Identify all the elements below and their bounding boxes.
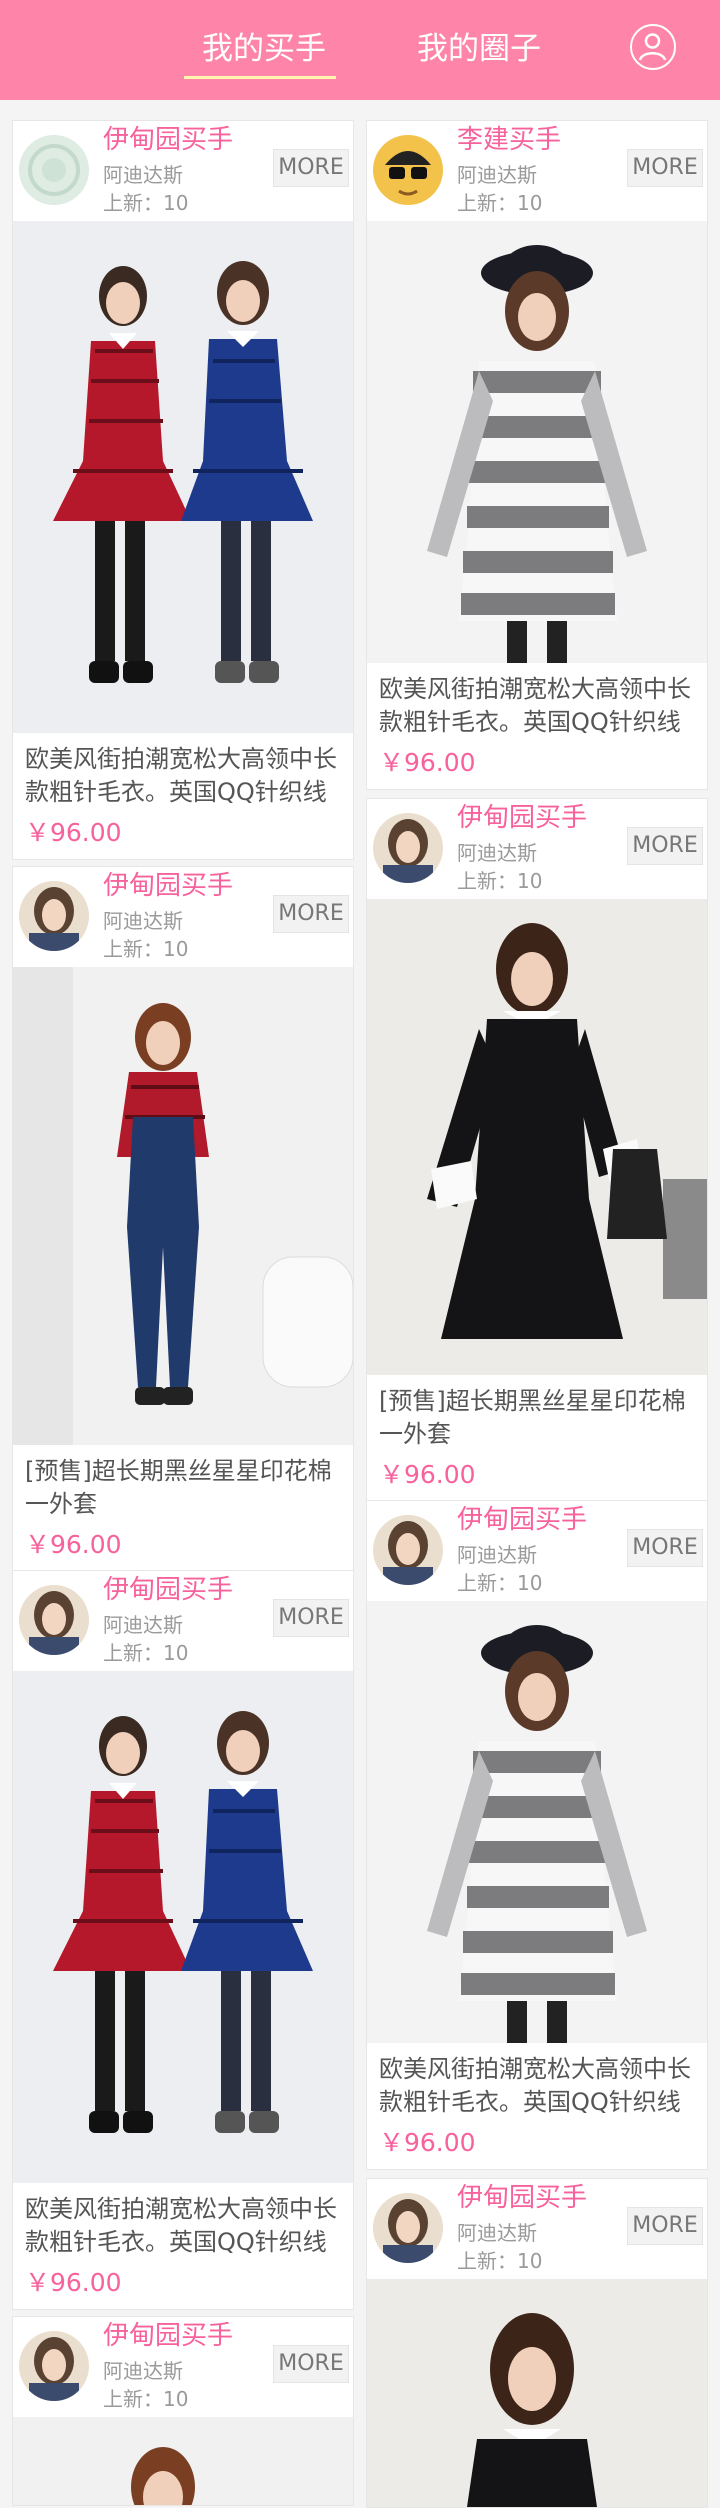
shop-avatar[interactable] — [19, 881, 89, 951]
more-button[interactable]: MORE — [627, 2207, 703, 2245]
card-header: 伊甸园买手 阿迪达斯 上新：10 MORE — [367, 2179, 707, 2279]
shop-avatar[interactable] — [373, 813, 443, 883]
product-card[interactable]: 伊甸园买手 阿迪达斯 上新：10 MORE — [366, 2178, 708, 2508]
more-button[interactable]: MORE — [627, 1529, 703, 1567]
new-arrivals-count: 上新：10 — [103, 2387, 189, 2411]
new-arrivals-count: 上新：10 — [103, 191, 189, 215]
product-price: ￥96.00 — [25, 2268, 122, 2297]
shop-brand: 阿迪达斯 — [457, 841, 537, 865]
product-description[interactable]: 欧美风街拍潮宽松大高领中长款粗针毛衣。英国QQ针织线 — [367, 663, 707, 739]
product-image[interactable] — [367, 221, 707, 663]
card-header: 伊甸园买手 阿迪达斯 上新：10 MORE — [367, 1501, 707, 1601]
shop-brand: 阿迪达斯 — [103, 1613, 183, 1637]
product-image[interactable] — [13, 1671, 353, 2183]
product-image[interactable] — [367, 2279, 707, 2507]
card-header: 伊甸园买手 阿迪达斯 上新：10 MORE — [367, 799, 707, 899]
shop-name[interactable]: 伊甸园买手 — [103, 1573, 233, 1607]
product-image[interactable] — [13, 2417, 353, 2505]
more-button[interactable]: MORE — [273, 2345, 349, 2383]
product-card[interactable]: 伊甸园买手 阿迪达斯 上新：10 MORE — [12, 2316, 354, 2506]
shop-brand: 阿迪达斯 — [457, 163, 537, 187]
more-button[interactable]: MORE — [273, 1599, 349, 1637]
product-price: ￥96.00 — [379, 1460, 476, 1489]
product-card[interactable]: 伊甸园买手 阿迪达斯 上新：10 MORE 欧美风街拍潮宽松大高领中长款粗针毛衣… — [12, 120, 354, 860]
product-description[interactable]: [预售]超长期黑丝星星印花棉一外套 — [367, 1375, 707, 1451]
shop-name[interactable]: 伊甸园买手 — [457, 1503, 587, 1537]
shop-brand: 阿迪达斯 — [457, 1543, 537, 1567]
shop-avatar[interactable] — [19, 2331, 89, 2401]
product-card[interactable]: 伊甸园买手 阿迪达斯 上新：10 MORE 欧美风街拍潮宽松大高领中长款粗针毛衣… — [12, 1570, 354, 2310]
shop-avatar[interactable] — [373, 2193, 443, 2263]
product-card[interactable]: 伊甸园买手 阿迪达斯 上新：10 MORE [预售]超长期黑丝星星印花棉一外套 … — [366, 798, 708, 1502]
new-arrivals-count: 上新：10 — [457, 191, 543, 215]
active-tab-underline — [184, 76, 336, 79]
product-price: ￥96.00 — [25, 818, 122, 847]
shop-brand: 阿迪达斯 — [457, 2221, 537, 2245]
shop-name[interactable]: 伊甸园买手 — [103, 2319, 233, 2353]
product-card[interactable]: 伊甸园买手 阿迪达斯 上新：10 MORE 欧美风街拍潮宽松大高领中长款粗针毛衣… — [366, 1500, 708, 2170]
shop-avatar[interactable] — [373, 1515, 443, 1585]
card-header: 伊甸园买手 阿迪达斯 上新：10 MORE — [13, 1571, 353, 1671]
more-button[interactable]: MORE — [273, 149, 349, 187]
more-button[interactable]: MORE — [273, 895, 349, 933]
product-image[interactable] — [367, 1601, 707, 2043]
card-header: 伊甸园买手 阿迪达斯 上新：10 MORE — [13, 121, 353, 221]
product-description[interactable]: 欧美风街拍潮宽松大高领中长款粗针毛衣。英国QQ针织线 — [13, 2183, 353, 2259]
shop-avatar[interactable] — [373, 135, 443, 205]
product-image[interactable] — [367, 899, 707, 1375]
product-price: ￥96.00 — [25, 1530, 122, 1559]
top-nav-bar: 我的买手 我的圈子 — [0, 0, 720, 100]
new-arrivals-count: 上新：10 — [103, 1641, 189, 1665]
product-description[interactable]: 欧美风街拍潮宽松大高领中长款粗针毛衣。英国QQ针织线 — [367, 2043, 707, 2119]
more-button[interactable]: MORE — [627, 827, 703, 865]
shop-name[interactable]: 伊甸园买手 — [103, 123, 233, 157]
product-price: ￥96.00 — [379, 2128, 476, 2157]
card-header: 伊甸园买手 阿迪达斯 上新：10 MORE — [13, 867, 353, 967]
product-card[interactable]: 伊甸园买手 阿迪达斯 上新：10 MORE [预售]超长期黑丝星星印花棉一外套 … — [12, 866, 354, 1572]
more-button[interactable]: MORE — [627, 149, 703, 187]
profile-button[interactable] — [630, 24, 676, 70]
product-price: ￥96.00 — [379, 748, 476, 777]
shop-avatar[interactable] — [19, 135, 89, 205]
shop-brand: 阿迪达斯 — [103, 163, 183, 187]
tab-my-buyers[interactable]: 我的买手 — [192, 26, 336, 72]
shop-name[interactable]: 伊甸园买手 — [457, 801, 587, 835]
card-header: 李建买手 阿迪达斯 上新：10 MORE — [367, 121, 707, 221]
new-arrivals-count: 上新：10 — [457, 869, 543, 893]
product-image[interactable] — [13, 967, 353, 1445]
new-arrivals-count: 上新：10 — [457, 2249, 543, 2273]
user-icon — [638, 33, 667, 61]
shop-name[interactable]: 李建买手 — [457, 123, 561, 157]
tab-my-circle[interactable]: 我的圈子 — [414, 26, 544, 72]
product-card[interactable]: 李建买手 阿迪达斯 上新：10 MORE 欧美风街拍潮宽松大高领中长款粗针毛衣。… — [366, 120, 708, 790]
card-header: 伊甸园买手 阿迪达斯 上新：10 MORE — [13, 2317, 353, 2417]
shop-brand: 阿迪达斯 — [103, 909, 183, 933]
new-arrivals-count: 上新：10 — [103, 937, 189, 961]
shop-avatar[interactable] — [19, 1585, 89, 1655]
product-description[interactable]: [预售]超长期黑丝星星印花棉一外套 — [13, 1445, 353, 1521]
product-description[interactable]: 欧美风街拍潮宽松大高领中长款粗针毛衣。英国QQ针织线 — [13, 733, 353, 809]
shop-name[interactable]: 伊甸园买手 — [457, 2181, 587, 2215]
product-image[interactable] — [13, 221, 353, 733]
shop-name[interactable]: 伊甸园买手 — [103, 869, 233, 903]
shop-brand: 阿迪达斯 — [103, 2359, 183, 2383]
new-arrivals-count: 上新：10 — [457, 1571, 543, 1595]
